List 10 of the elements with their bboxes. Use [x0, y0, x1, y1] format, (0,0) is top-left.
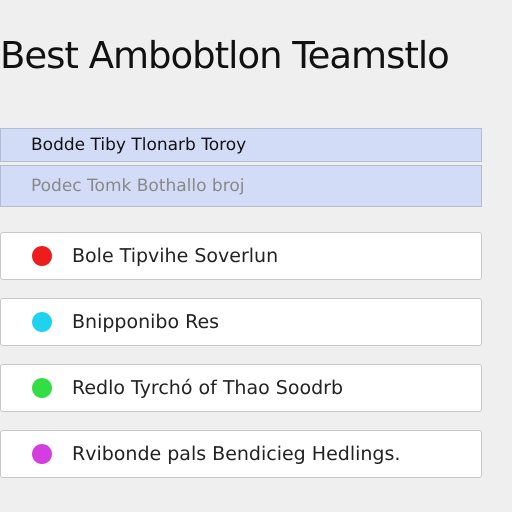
list-item[interactable]: Bole Tipvihe Soverlun — [0, 232, 482, 280]
item-label: Bole Tipvihe Soverlun — [72, 245, 278, 267]
item-label: Bnipponibo Res — [72, 311, 220, 333]
item-label: Redlo Tyrchó of Thao Soodrb — [72, 377, 344, 399]
list-item[interactable]: Bnipponibo Res — [0, 298, 482, 346]
option-row[interactable]: Bodde Tiby Tlonarb Toroy — [0, 128, 482, 162]
item-label: Rvibonde pals Bendicieg Hedlings. — [72, 443, 400, 465]
page-title: Best Ambobtlon Teamstlo — [0, 33, 450, 79]
list-item[interactable]: Rvibonde pals Bendicieg Hedlings. — [0, 430, 482, 478]
list-item[interactable]: Redlo Tyrchó of Thao Soodrb — [0, 364, 482, 412]
